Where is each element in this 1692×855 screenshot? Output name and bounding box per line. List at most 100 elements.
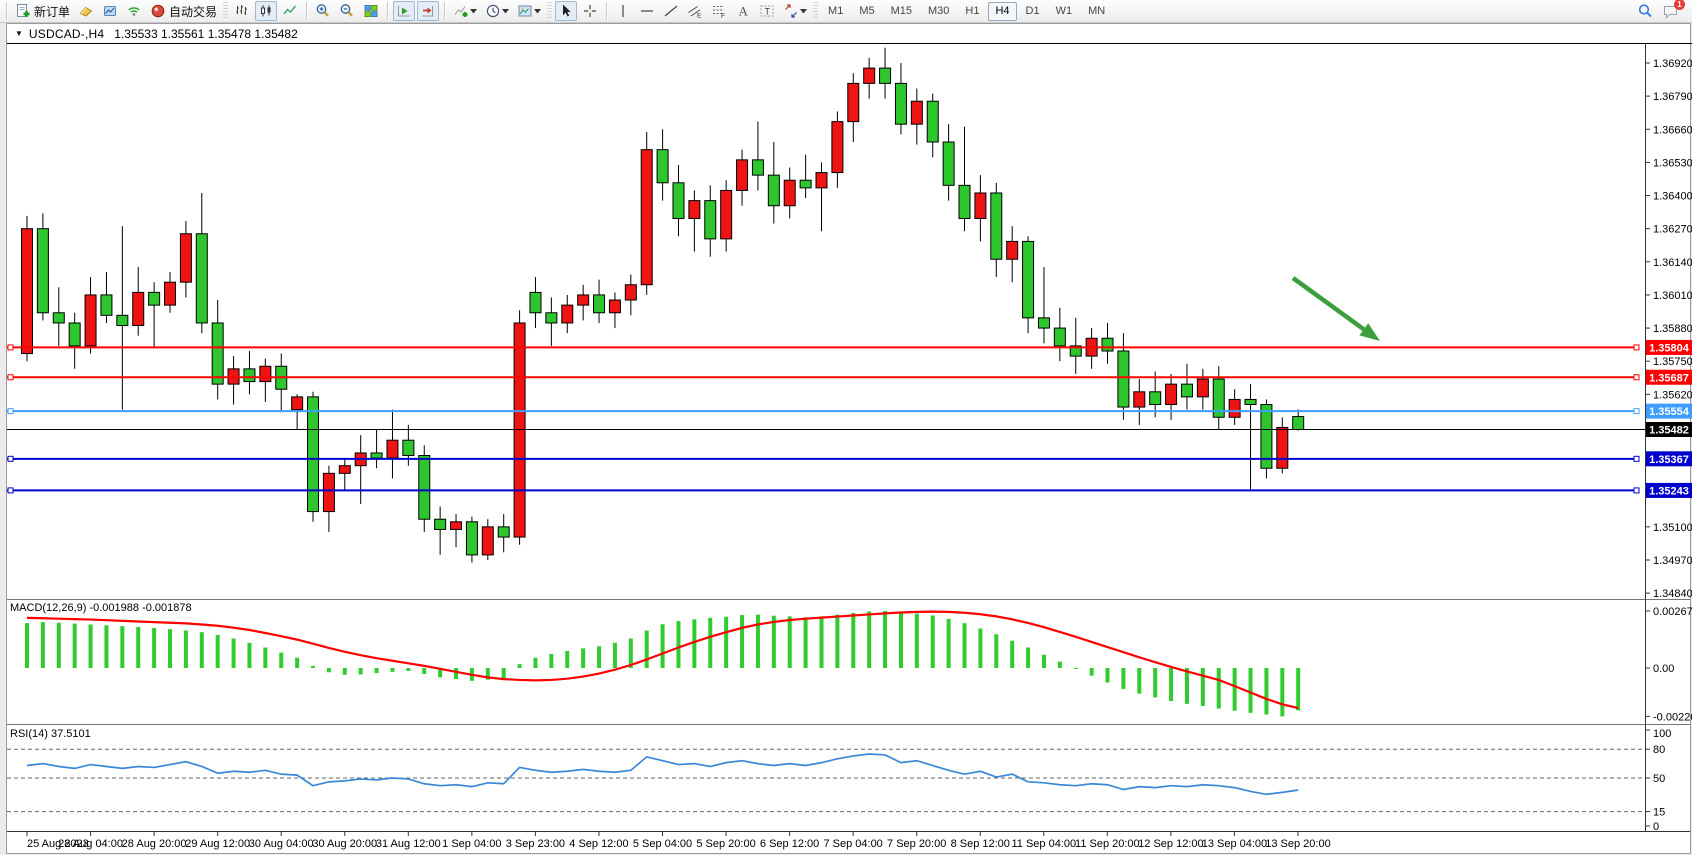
indicators-icon (453, 3, 469, 19)
auto-scroll-button[interactable] (393, 1, 415, 21)
svg-text:1.36010: 1.36010 (1653, 290, 1692, 302)
svg-text:1.35367: 1.35367 (1649, 454, 1689, 466)
svg-text:5 Sep 20:00: 5 Sep 20:00 (696, 838, 755, 850)
trendline-icon (663, 3, 679, 19)
svg-text:1.36530: 1.36530 (1653, 157, 1692, 169)
autotrading-icon (150, 3, 166, 19)
toolbar-separator (6, 2, 7, 20)
svg-text:0.002671: 0.002671 (1653, 606, 1692, 618)
horizontal-line-icon (639, 3, 655, 19)
svg-text:1.35880: 1.35880 (1653, 323, 1692, 335)
trendline-button[interactable] (660, 1, 682, 21)
data-window-button[interactable] (99, 1, 121, 21)
auto-scroll-icon (396, 3, 412, 19)
timeframe-m15[interactable]: M15 (884, 2, 919, 21)
timeframe-d1[interactable]: D1 (1019, 2, 1047, 21)
cursor-button[interactable] (555, 1, 577, 21)
bar-chart-icon (234, 3, 250, 19)
zoom-in-button[interactable] (312, 1, 334, 21)
svg-text:1.36400: 1.36400 (1653, 191, 1692, 203)
chart-menu-arrow-icon[interactable]: ▼ (15, 29, 23, 38)
svg-text:1.35804: 1.35804 (1649, 342, 1690, 354)
svg-text:1.35554: 1.35554 (1649, 406, 1690, 418)
bar-chart-button[interactable] (231, 1, 253, 21)
autotrading-button[interactable]: 自动交易 (147, 1, 220, 21)
toolbar-right-group: 1 (1633, 1, 1686, 21)
svg-text:29 Aug 12:00: 29 Aug 12:00 (185, 838, 250, 850)
toolbar-separator (387, 2, 388, 20)
vertical-line-button[interactable] (612, 1, 634, 21)
dropdown-caret-icon (534, 9, 541, 14)
timeframe-h1[interactable]: H1 (958, 2, 986, 21)
cursor-icon (558, 3, 574, 19)
templates-button[interactable] (514, 1, 544, 21)
rsi-label: RSI(14) 37.5101 (10, 728, 91, 740)
line-chart-button[interactable] (279, 1, 301, 21)
svg-text:31 Aug 12:00: 31 Aug 12:00 (376, 838, 441, 850)
chart-symbol-period: USDCAD-,H4 (29, 27, 104, 41)
timeframe-m5[interactable]: M5 (852, 2, 881, 21)
svg-text:28 Aug 04:00: 28 Aug 04:00 (58, 838, 123, 850)
candlestick-chart-button[interactable] (255, 1, 277, 21)
timeframe-h4[interactable]: H4 (988, 2, 1016, 21)
data-window-icon (102, 3, 118, 19)
zoom-in-icon (315, 3, 331, 19)
timeframe-m1[interactable]: M1 (821, 2, 850, 21)
svg-text:F: F (721, 13, 725, 19)
svg-text:1.34970: 1.34970 (1653, 555, 1692, 567)
toolbar: 新订单 自动交易 (0, 0, 1692, 23)
line-chart-icon (282, 3, 298, 19)
signal-icon (126, 3, 142, 19)
text-label-icon: T (759, 3, 775, 19)
fibonacci-icon: F (711, 3, 727, 19)
timeframe-mn[interactable]: MN (1081, 2, 1112, 21)
chart-canvas[interactable]: 1.369201.367901.366601.365301.364001.362… (0, 0, 1692, 855)
svg-text:E: E (697, 13, 702, 20)
fibonacci-button[interactable]: F (708, 1, 730, 21)
svg-text:1.36660: 1.36660 (1653, 124, 1692, 136)
chart-shift-button[interactable] (417, 1, 439, 21)
chart-ohlc-values: 1.35533 1.35561 1.35478 1.35482 (114, 27, 298, 41)
candlestick-chart-icon (258, 3, 274, 19)
svg-text:11 Sep 04:00: 11 Sep 04:00 (1011, 838, 1076, 850)
dropdown-caret-icon (502, 9, 509, 14)
svg-text:80: 80 (1653, 744, 1665, 756)
svg-text:12 Sep 12:00: 12 Sep 12:00 (1138, 838, 1203, 850)
clock-icon (485, 3, 501, 19)
crosshair-button[interactable] (579, 1, 601, 21)
indicators-button[interactable] (450, 1, 480, 21)
signals-button[interactable] (123, 1, 145, 21)
svg-text:1 Sep 04:00: 1 Sep 04:00 (442, 838, 501, 850)
new-order-button[interactable]: 新订单 (12, 1, 73, 21)
text-button[interactable]: A (732, 1, 754, 21)
svg-text:7 Sep 20:00: 7 Sep 20:00 (887, 838, 946, 850)
timeframe-w1[interactable]: W1 (1049, 2, 1080, 21)
toolbar-grip (813, 2, 818, 20)
svg-text:1.36140: 1.36140 (1653, 257, 1692, 269)
notification-badge: 1 (1674, 0, 1685, 10)
search-icon (1637, 3, 1654, 20)
toolbar-grip (223, 2, 228, 20)
market-watch-button[interactable] (75, 1, 97, 21)
dropdown-caret-icon (470, 9, 477, 14)
zoom-out-icon (339, 3, 355, 19)
arrows-button[interactable] (780, 1, 810, 21)
periods-button[interactable] (482, 1, 512, 21)
svg-text:7 Sep 04:00: 7 Sep 04:00 (823, 838, 882, 850)
zoom-out-button[interactable] (336, 1, 358, 21)
text-label-button[interactable]: T (756, 1, 778, 21)
horizontal-line-button[interactable] (636, 1, 658, 21)
channel-button[interactable]: E (684, 1, 706, 21)
svg-text:1.34840: 1.34840 (1653, 588, 1692, 600)
macd-label: MACD(12,26,9) -0.001988 -0.001878 (10, 602, 192, 614)
svg-text:5 Sep 04:00: 5 Sep 04:00 (633, 838, 692, 850)
svg-text:28 Aug 20:00: 28 Aug 20:00 (122, 838, 187, 850)
svg-text:8 Sep 12:00: 8 Sep 12:00 (951, 838, 1010, 850)
svg-text:0.00: 0.00 (1653, 663, 1674, 675)
arrows-icon (783, 3, 799, 19)
tile-windows-button[interactable] (360, 1, 382, 21)
timeframe-m30[interactable]: M30 (921, 2, 956, 21)
notifications-button[interactable]: 1 (1659, 1, 1682, 21)
svg-text:1.35687: 1.35687 (1649, 372, 1689, 384)
search-button[interactable] (1634, 1, 1657, 21)
